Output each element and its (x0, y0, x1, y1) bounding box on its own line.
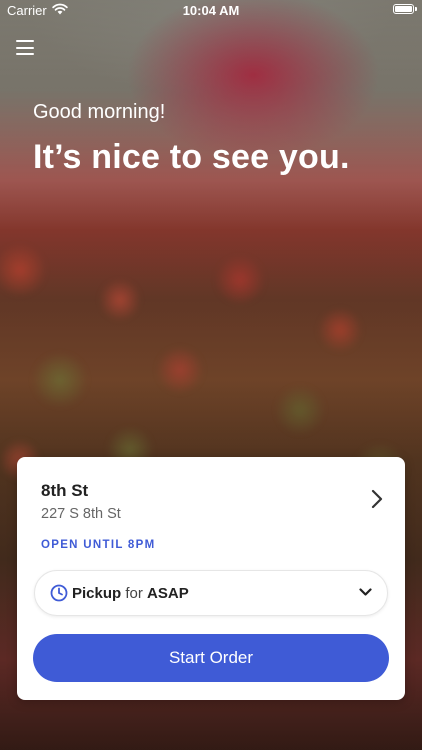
clock-icon (50, 584, 68, 602)
status-time: 10:04 AM (182, 3, 240, 18)
headline-text: It’s nice to see you. (33, 138, 350, 176)
start-order-button[interactable]: Start Order (33, 634, 389, 682)
location-selector[interactable]: 8th St 227 S 8th St OPEN UNTIL 8PM (17, 457, 405, 567)
order-mode: Pickup (72, 585, 122, 602)
chevron-down-icon (359, 588, 372, 596)
pickup-time-select[interactable]: Pickup for ASAP (34, 570, 388, 616)
pickup-summary: Pickup for ASAP (72, 585, 189, 602)
order-card: 8th St 227 S 8th St OPEN UNTIL 8PM Picku… (17, 457, 405, 700)
location-name: 8th St (41, 481, 89, 500)
menu-icon[interactable] (16, 40, 34, 55)
order-connector: for (125, 585, 143, 602)
greeting-text: Good morning! (33, 101, 166, 123)
chevron-right-icon (371, 489, 383, 509)
status-bar: Carrier 10:04 AM (0, 0, 422, 22)
open-hours-label: OPEN UNTIL 8PM (41, 539, 156, 551)
order-time: ASAP (147, 585, 189, 602)
location-address: 227 S 8th St (41, 506, 121, 522)
battery-icon (393, 4, 417, 14)
